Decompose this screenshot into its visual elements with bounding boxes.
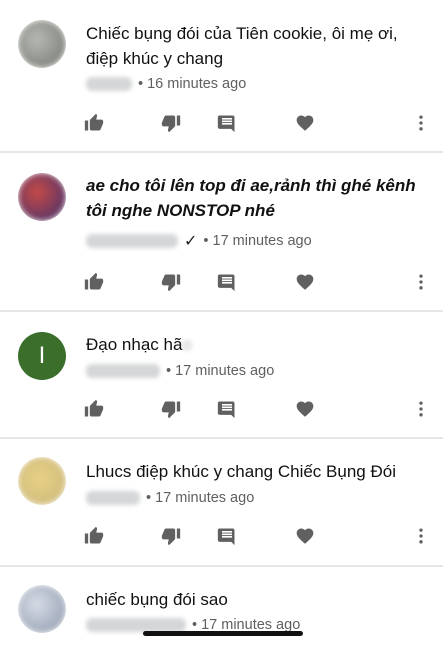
thumb-down-icon <box>161 401 181 419</box>
more-button[interactable] <box>410 398 432 420</box>
more-vert-icon <box>419 401 423 417</box>
heart-button[interactable] <box>294 398 316 420</box>
comment-icon <box>217 401 235 419</box>
avatar[interactable] <box>18 20 66 68</box>
comment-icon <box>217 528 235 546</box>
heart-icon <box>296 528 314 544</box>
comment-text: Chiếc bụng đói của Tiên cookie, ôi mẹ ơi… <box>86 24 398 68</box>
dislike-button[interactable] <box>160 398 182 420</box>
comment-meta: ✓ • 17 minutes ago <box>86 231 312 251</box>
thumb-down-icon <box>161 528 181 546</box>
avatar[interactable] <box>18 457 66 505</box>
like-button[interactable] <box>83 398 105 420</box>
comment-text: ae cho tôi lên top đi ae,rảnh thì ghé kê… <box>86 176 416 220</box>
thumb-down-icon <box>161 115 181 133</box>
author-name-blurred[interactable] <box>86 364 160 378</box>
comment-text: chiếc bụng đói sao <box>86 590 228 609</box>
heart-button[interactable] <box>294 271 316 293</box>
more-button[interactable] <box>410 271 432 293</box>
dislike-button[interactable] <box>160 525 182 547</box>
more-button[interactable] <box>410 112 432 134</box>
like-button[interactable] <box>83 525 105 547</box>
comment-item: ae cho tôi lên top đi ae,rảnh thì ghé kê… <box>0 153 443 310</box>
home-indicator[interactable] <box>143 631 303 636</box>
thumb-up-icon <box>84 526 104 544</box>
comment-time: • 17 minutes ago <box>146 490 255 506</box>
heart-icon <box>296 274 314 290</box>
author-name-blurred[interactable] <box>86 491 140 505</box>
thumb-down-icon <box>161 274 181 292</box>
comment-time: • 17 minutes ago <box>203 233 312 249</box>
comment-text: Lhucs điệp khúc y chang Chiếc Bụng Đói <box>86 462 396 481</box>
heart-icon <box>296 115 314 131</box>
author-name-blurred[interactable] <box>86 618 186 632</box>
comment-meta: • 16 minutes ago <box>86 76 246 92</box>
thumb-up-icon <box>84 272 104 290</box>
comment-icon <box>217 274 235 292</box>
more-vert-icon <box>419 274 423 290</box>
like-button[interactable] <box>83 271 105 293</box>
thumb-up-icon <box>84 399 104 417</box>
heart-button[interactable] <box>294 112 316 134</box>
comment-text: Đạo nhạc hão <box>86 332 426 357</box>
thumb-up-icon <box>84 113 104 131</box>
reply-button[interactable] <box>216 398 238 420</box>
reply-button[interactable] <box>216 525 238 547</box>
more-vert-icon <box>419 528 423 544</box>
comment-time: • 17 minutes ago <box>166 363 275 379</box>
comment-actions <box>0 271 443 295</box>
reply-button[interactable] <box>216 112 238 134</box>
comment-actions <box>0 112 443 136</box>
comment-meta: • 17 minutes ago <box>86 363 274 379</box>
heart-button[interactable] <box>294 525 316 547</box>
comment-actions <box>0 398 443 422</box>
comment-icon <box>217 115 235 133</box>
author-name-blurred[interactable] <box>86 77 132 91</box>
dislike-button[interactable] <box>160 271 182 293</box>
comment-item: I Đạo nhạc hão • 17 minutes ago <box>0 312 443 437</box>
more-button[interactable] <box>410 525 432 547</box>
comment-actions <box>0 525 443 549</box>
more-vert-icon <box>419 115 423 131</box>
verified-check-icon: ✓ <box>184 233 198 250</box>
dislike-button[interactable] <box>160 112 182 134</box>
comment-item: Chiếc bụng đói của Tiên cookie, ôi mẹ ơi… <box>0 0 443 150</box>
avatar[interactable]: I <box>18 332 66 380</box>
blurred-text: o <box>182 335 192 354</box>
avatar[interactable] <box>18 585 66 633</box>
heart-icon <box>296 401 314 417</box>
comment-time: • 16 minutes ago <box>138 76 247 92</box>
avatar[interactable] <box>18 173 66 221</box>
reply-button[interactable] <box>216 271 238 293</box>
comment-text-content: Đạo nhạc hã <box>86 335 183 354</box>
author-name-blurred[interactable] <box>86 234 178 248</box>
comment-meta: • 17 minutes ago <box>86 490 254 506</box>
like-button[interactable] <box>83 112 105 134</box>
comment-item: Lhucs điệp khúc y chang Chiếc Bụng Đói •… <box>0 439 443 565</box>
